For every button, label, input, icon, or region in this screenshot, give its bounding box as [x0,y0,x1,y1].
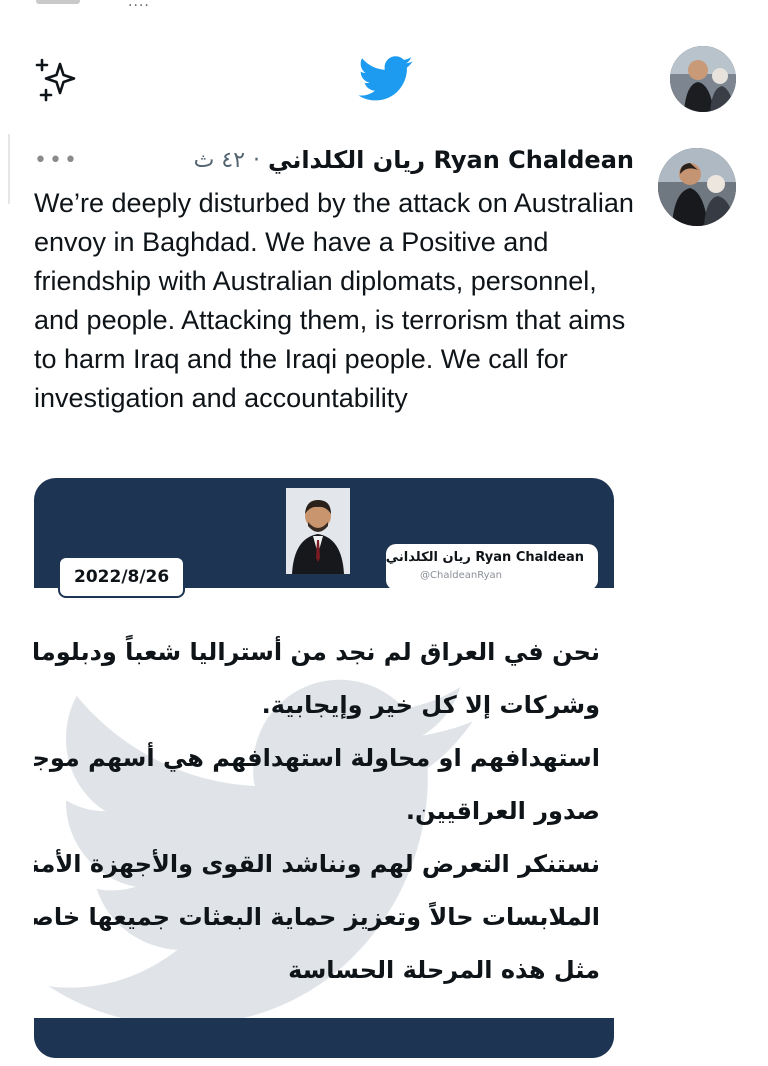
sparkle-icon[interactable] [32,56,82,106]
tweet-timestamp[interactable]: ٤٢ ث [194,148,245,173]
twitter-bird-icon[interactable] [358,56,414,102]
status-bar-remnant [36,0,80,4]
tweet-meta: ٤٢ ث · ريان الكلداني Ryan Chaldean [194,146,634,174]
thread-line [8,134,10,204]
top-bar [0,38,768,112]
statement-line: نستنكر التعرض لهم ونناشد القوى والأجهزة … [34,850,600,878]
status-bar-dots: .... [128,0,150,10]
more-dots-icon[interactable]: ••• [34,148,79,173]
meta-separator: · [253,147,261,173]
author-name[interactable]: ريان الكلداني Ryan Chaldean [268,146,634,174]
author-photo [286,488,350,574]
statement-line: نحن في العراق لم نجد من أستراليا شعباً و… [34,638,600,666]
statement-line: صدور العراقيين. [405,797,600,825]
date-badge: 2022/8/26 [58,556,186,598]
statement-line: استهدافهم او محاولة استهدافهم هي أسهم مو… [34,744,600,772]
card-author-name: ريان الكلداني Ryan Chaldean [385,550,584,565]
card-footer-bar [34,1018,614,1058]
statement-line: مثل هذه المرحلة الحساسة [288,956,600,984]
author-avatar[interactable] [658,148,736,226]
account-avatar[interactable] [670,46,736,112]
tweet-header: ••• ٤٢ ث · ريان الكلداني Ryan Chaldean [34,140,634,186]
card-author: ريان الكلداني Ryan Chaldean @ChaldeanRya… [386,544,598,590]
statement-line: وشركات إلا كل خير وإيجابية. [261,691,600,719]
statement-line: الملابسات حالاً وتعزيز حماية البعثات جمي… [34,903,600,931]
card-author-handle: @ChaldeanRyan [420,570,502,581]
tweet-image-card[interactable]: 2022/8/26 ريان الكلداني Ryan Chaldean @C… [34,478,614,1058]
tweet-text: We’re deeply disturbed by the attack on … [34,188,634,413]
statement-text: نحن في العراق لم نجد من أستراليا شعباً و… [34,626,600,997]
